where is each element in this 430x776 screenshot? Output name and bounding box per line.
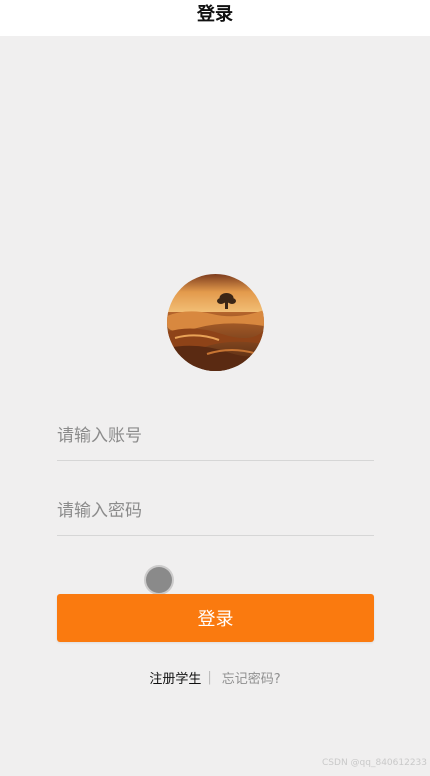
login-button[interactable]: 登录 [57,594,374,642]
touch-cursor-indicator [146,567,172,593]
password-field[interactable] [57,487,374,536]
watermark: CSDN @qq_840612233 [322,758,427,768]
account-input[interactable] [57,426,374,446]
register-student-link[interactable]: 注册学生 [149,668,201,687]
footer-links: 注册学生 | 忘记密码? [0,668,430,687]
password-input[interactable] [57,501,374,521]
page-title: 登录 [197,4,233,25]
avatar [167,274,264,371]
forgot-password-link[interactable]: 忘记密码? [222,668,281,687]
login-page: 登录 请输入账号 登录 注册学生 | 忘记密码? CSDN @qq_840612… [0,0,430,776]
landscape-avatar-icon [167,274,264,371]
navigation-bar: 登录 [0,0,430,36]
account-field[interactable] [57,412,374,461]
link-divider: | [207,670,212,685]
